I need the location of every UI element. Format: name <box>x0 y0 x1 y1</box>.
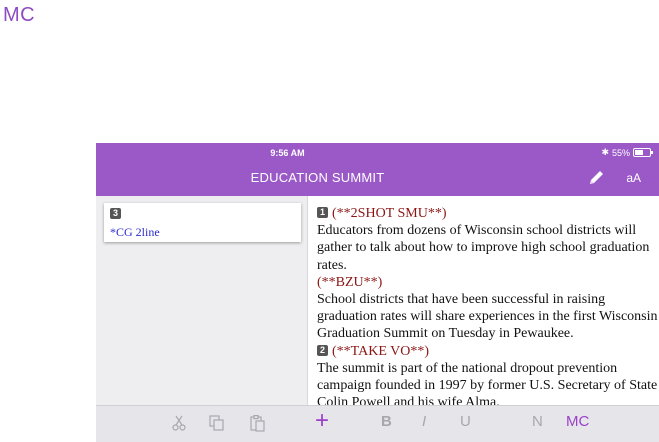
copy-icon[interactable] <box>209 415 225 431</box>
sidebar: 3 *CG 2line <box>96 196 308 405</box>
segment-badge-1: 1 <box>317 207 329 219</box>
script-paragraph-3: The summit is part of the national dropo… <box>317 360 658 405</box>
bluetooth-icon: ✱ <box>601 147 609 157</box>
cg-card[interactable]: 3 *CG 2line <box>104 203 301 242</box>
underline-button[interactable]: U <box>460 413 471 430</box>
cue-take-vo: (**TAKE VO**) <box>332 343 430 359</box>
script-paragraph-1: Educators from dozens of Wisconsin schoo… <box>317 223 650 273</box>
mc-button[interactable]: MC <box>566 413 589 430</box>
page: MC 9:56 AM ✱ 55% EDUCATION SUMMIT aA 3 *… <box>0 0 659 442</box>
top-bar: 9:56 AM ✱ 55% EDUCATION SUMMIT aA <box>96 143 659 196</box>
bold-button[interactable]: B <box>381 413 392 430</box>
status-indicators: ✱ 55% <box>601 147 653 158</box>
normal-button[interactable]: N <box>532 413 543 430</box>
cue-2shot: (**2SHOT SMU**) <box>332 206 447 221</box>
segment-badge-2: 2 <box>317 344 329 356</box>
pencil-icon[interactable] <box>587 169 607 187</box>
corner-mc-label: MC <box>3 4 36 26</box>
italic-button[interactable]: I <box>422 413 426 430</box>
ipad-screen: 9:56 AM ✱ 55% EDUCATION SUMMIT aA 3 *CG … <box>96 143 659 442</box>
paste-icon[interactable] <box>250 415 266 432</box>
status-time: 9:56 AM <box>270 148 305 158</box>
battery-icon <box>633 148 653 157</box>
card-text: *CG 2line <box>110 225 160 239</box>
battery-percent: 55% <box>611 147 630 158</box>
text-size-button[interactable]: aA <box>626 171 641 185</box>
add-button[interactable]: + <box>315 407 329 435</box>
cut-icon[interactable] <box>172 415 186 431</box>
format-toolbar: + B I U N MC <box>96 405 659 442</box>
script-editor[interactable]: 1 (**2SHOT SMU**) Educators from dozens o… <box>308 196 659 405</box>
card-number-badge: 3 <box>110 208 122 219</box>
page-title: EDUCATION SUMMIT <box>250 170 385 185</box>
cue-bzu: (**BZU**) <box>317 274 383 290</box>
script-paragraph-2: School districts that have been successf… <box>317 292 658 342</box>
